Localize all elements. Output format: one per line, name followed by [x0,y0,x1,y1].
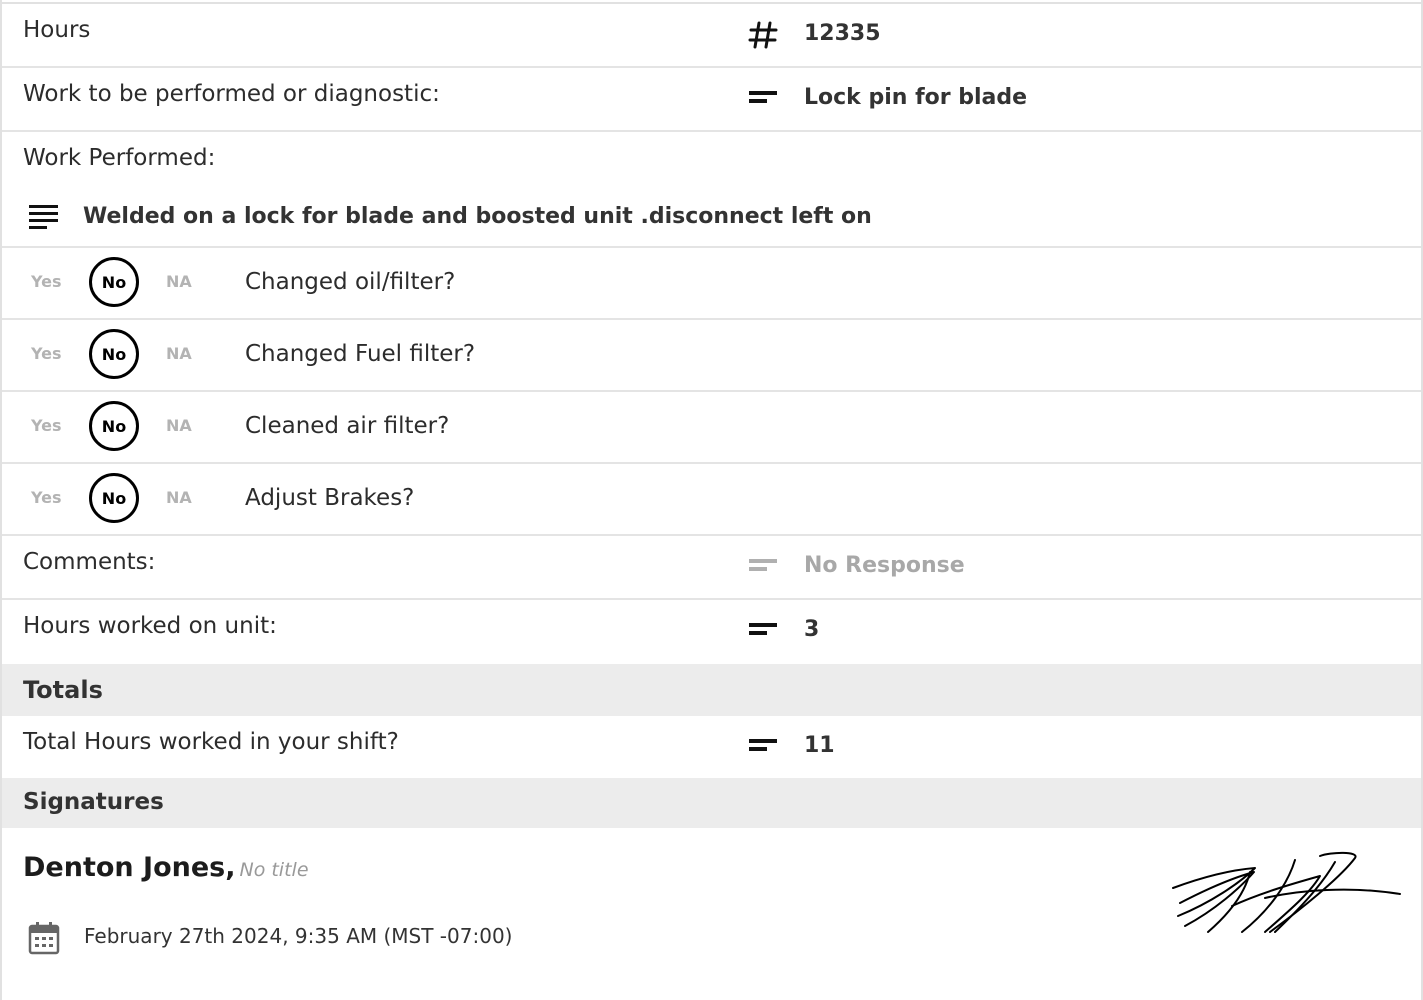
signer-title: No title [239,859,309,881]
question-row: Yes No NA Cleaned air filter? [2,392,1421,464]
hours-label: Hours [23,17,91,43]
row-work-to-perform: Work to be performed or diagnostic: Lock… [2,68,1421,132]
signer-name-line: Denton Jones, No title [23,852,309,883]
section-totals: Totals [2,664,1421,716]
yes-option[interactable]: Yes [31,272,62,291]
row-hours: Hours 12335 [2,4,1421,68]
na-option[interactable]: NA [166,488,192,507]
hours-worked-label: Hours worked on unit: [23,613,277,639]
question-row: Yes No NA Changed oil/filter? [2,248,1421,320]
inspection-form: Hours 12335 Work to be performed or diag… [0,0,1423,1000]
long-text-icon [28,204,60,234]
short-text-icon [747,556,779,580]
work-performed-value: Welded on a lock for blade and boosted u… [83,204,872,229]
total-hours-label: Total Hours worked in your shift? [23,729,399,755]
question-text: Adjust Brakes? [245,485,415,511]
na-option[interactable]: NA [166,272,192,291]
signer-name: Denton Jones, [23,852,236,883]
na-option[interactable]: NA [166,416,192,435]
signatures-heading: Signatures [23,789,164,815]
no-option-selected[interactable]: No [89,329,139,379]
hours-worked-value: 3 [804,617,820,642]
work-performed-label: Work Performed: [23,145,216,171]
calendar-icon [28,921,60,959]
short-text-icon [747,88,779,112]
row-total-hours: Total Hours worked in your shift? 11 [2,716,1421,778]
yes-option[interactable]: Yes [31,416,62,435]
totals-heading: Totals [23,676,103,704]
comments-value: No Response [804,553,965,578]
no-option-selected[interactable]: No [89,473,139,523]
question-row: Yes No NA Adjust Brakes? [2,464,1421,536]
section-signatures: Signatures [2,778,1421,828]
question-text: Changed Fuel filter? [245,341,476,367]
signature-date: February 27th 2024, 9:35 AM (MST -07:00) [84,924,513,948]
question-row: Yes No NA Changed Fuel filter? [2,320,1421,392]
row-comments: Comments: No Response [2,536,1421,600]
comments-label: Comments: [23,549,156,575]
short-text-icon [747,620,779,644]
yes-option[interactable]: Yes [31,344,62,363]
na-option[interactable]: NA [166,344,192,363]
work-to-perform-value: Lock pin for blade [804,85,1028,110]
short-text-icon [747,736,779,760]
question-text: Changed oil/filter? [245,269,456,295]
hours-value: 12335 [804,21,881,46]
row-hours-worked: Hours worked on unit: 3 [2,600,1421,664]
work-to-perform-label: Work to be performed or diagnostic: [23,81,440,107]
yes-option[interactable]: Yes [31,488,62,507]
no-option-selected[interactable]: No [89,401,139,451]
row-work-performed: Work Performed: Welded on a lock for bla… [2,132,1421,248]
question-text: Cleaned air filter? [245,413,450,439]
hash-icon [747,19,779,55]
total-hours-value: 11 [804,733,835,758]
no-option-selected[interactable]: No [89,257,139,307]
handwritten-signature [1170,848,1404,938]
